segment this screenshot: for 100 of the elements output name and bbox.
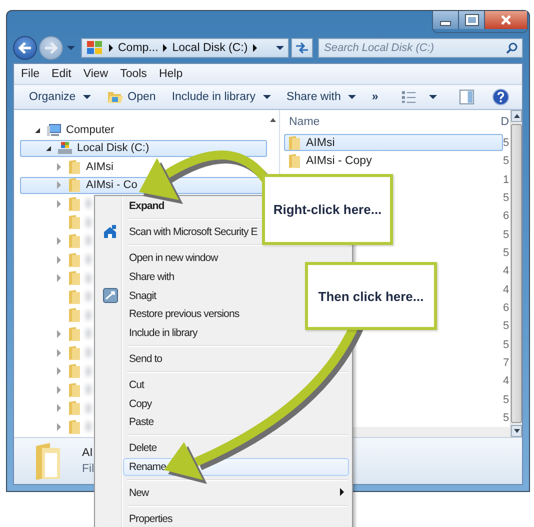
left-arrow-icon	[18, 42, 32, 54]
house-icon	[103, 225, 117, 240]
refresh-button[interactable]	[291, 38, 313, 58]
search-field[interactable]: Search Local Disk (C:)	[318, 38, 523, 58]
column-header[interactable]: Name	[289, 116, 320, 128]
table-cell: 5	[503, 320, 510, 332]
computer-icon	[46, 123, 62, 138]
menu-item[interactable]: Send to	[123, 350, 170, 368]
breadcrumb[interactable]: Local Disk (C:)	[172, 42, 248, 54]
menu-item[interactable]: Include in library	[123, 324, 204, 343]
search-icon[interactable]	[506, 42, 518, 54]
snagit-icon	[102, 288, 118, 304]
menu-item[interactable]: Scan with Microsoft Security E	[123, 222, 264, 242]
folder-icon	[106, 90, 124, 104]
folder-row[interactable]: AIMsi	[284, 134, 503, 152]
recent-pages-caret-icon[interactable]	[67, 46, 75, 50]
close-button[interactable]	[485, 11, 527, 29]
expander-icon[interactable]	[46, 146, 51, 151]
folder-icon	[68, 326, 82, 342]
table-cell: 5	[503, 394, 510, 406]
maximize-button[interactable]	[459, 11, 485, 29]
folder-icon	[68, 363, 82, 380]
toolbar-dropdown[interactable]: Share with	[282, 91, 361, 103]
scroll-up-arrow-icon[interactable]	[270, 118, 276, 122]
menu-item[interactable]: View	[83, 68, 108, 80]
folder-icon	[68, 400, 82, 416]
vertical-scrollbar[interactable]	[510, 110, 522, 437]
toolbar-dropdown[interactable]: Organize	[24, 91, 96, 103]
back-button[interactable]	[13, 36, 37, 60]
close-icon	[500, 15, 512, 25]
menu-item[interactable]: Open in new window	[123, 248, 225, 268]
folder-icon	[68, 196, 82, 212]
table-cell: 5	[503, 338, 510, 351]
table-cell: 4	[503, 375, 510, 388]
menu-item[interactable]: Paste	[123, 412, 161, 432]
table-cell: 6	[503, 302, 510, 314]
menu-item[interactable]: Share with	[123, 267, 182, 286]
folder-icon	[68, 382, 82, 398]
dropdown-caret-icon[interactable]	[276, 46, 284, 50]
menu-item[interactable]: Properties	[123, 509, 180, 527]
preview-pane-icon[interactable]	[458, 89, 474, 105]
address-bar[interactable]: Comp... Local Disk (C:)	[81, 38, 289, 58]
table-cell: 6	[503, 210, 510, 222]
menu-item[interactable]: Delete	[123, 438, 164, 458]
folder-icon	[34, 441, 62, 481]
help-icon[interactable]	[492, 88, 510, 106]
table-cell: 4	[503, 265, 510, 278]
menu-item[interactable]: Snagit	[123, 286, 164, 305]
menu-item[interactable]: New	[123, 483, 156, 502]
details-type: Fil	[82, 463, 94, 475]
view-caret-icon[interactable]	[428, 95, 437, 99]
menu-item[interactable]: Tools	[120, 68, 147, 80]
details-name: AI	[82, 447, 94, 459]
computer-icon	[86, 40, 104, 56]
minimize-button[interactable]	[433, 11, 459, 29]
folder-icon	[68, 214, 82, 230]
tree-item[interactable]: AIMsi	[20, 158, 116, 176]
folder-icon	[68, 270, 82, 286]
table-cell: 7	[503, 356, 510, 369]
menu-item[interactable]: Expand	[123, 197, 172, 216]
folder-icon	[68, 418, 82, 435]
callout-text: Right-click here...	[273, 202, 382, 217]
folder-icon	[68, 307, 82, 324]
breadcrumb-arrow-icon[interactable]	[252, 44, 257, 52]
folder-icon	[68, 344, 82, 361]
refresh-icon	[295, 42, 309, 54]
drive-icon	[57, 141, 73, 156]
toolbar-dropdown[interactable]: Include in library	[166, 91, 276, 103]
menu-item[interactable]: Help	[158, 68, 183, 80]
folder-icon	[68, 158, 82, 175]
table-cell: 5	[503, 228, 510, 241]
expander-icon[interactable]	[35, 128, 40, 133]
more-button[interactable]: »	[366, 91, 384, 103]
folder-icon	[288, 153, 302, 170]
menu-item[interactable]: Restore previous versions	[123, 304, 246, 324]
table-cell: 5	[503, 155, 510, 168]
table-cell: 4	[503, 284, 510, 296]
breadcrumb-arrow-icon[interactable]	[109, 44, 113, 52]
menu-item[interactable]: Edit	[52, 68, 72, 80]
folder-icon	[68, 252, 82, 268]
folder-icon	[288, 134, 302, 151]
breadcrumb[interactable]: Comp...	[118, 42, 158, 54]
forward-button[interactable]	[39, 36, 63, 60]
column-header[interactable]: D	[500, 116, 509, 128]
menu-item[interactable]: File	[21, 68, 40, 80]
breadcrumb-arrow-icon[interactable]	[163, 44, 168, 52]
tree-item[interactable]: Local Disk (C:)	[20, 140, 267, 156]
callout-text: Then click here...	[318, 288, 424, 304]
table-cell: 5	[503, 136, 510, 149]
menu-item[interactable]: Cut	[123, 375, 151, 394]
table-cell: 1	[503, 174, 510, 186]
folder-row[interactable]: AIMsi - Copy	[284, 152, 503, 170]
folder-icon	[68, 288, 82, 305]
menu-item[interactable]: Copy	[123, 394, 159, 413]
open-button[interactable]: Open	[102, 90, 161, 104]
tree-item[interactable]: Computer	[20, 122, 116, 138]
view-list-icon[interactable]	[401, 90, 417, 104]
table-cell: 5	[503, 192, 510, 204]
folder-icon	[68, 232, 82, 249]
table-cell: 5	[503, 412, 510, 424]
